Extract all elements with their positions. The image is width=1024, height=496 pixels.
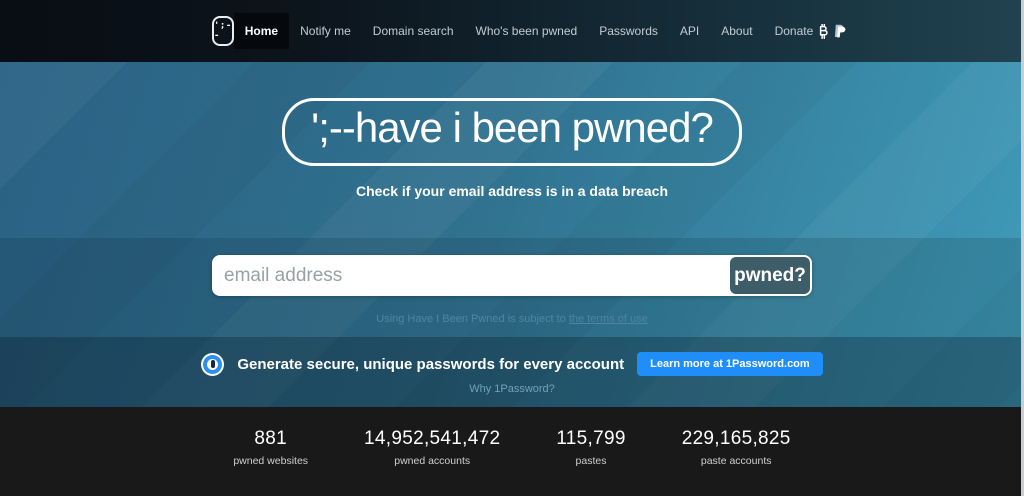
hibp-logo-icon[interactable]: ';--	[212, 16, 234, 46]
stat-value: 881	[254, 428, 287, 449]
bitcoin-icon	[820, 23, 828, 39]
hero-section: ';--have i been pwned? Check if your ema…	[0, 62, 1024, 238]
nav-item-notify-me[interactable]: Notify me	[289, 13, 362, 49]
nav-item-passwords[interactable]: Passwords	[588, 13, 669, 49]
page-title-box: ';--have i been pwned?	[282, 98, 742, 166]
pwned-button[interactable]: pwned?	[730, 257, 810, 294]
stat-label: pwned websites	[233, 455, 309, 467]
why-1password-link[interactable]: Why 1Password?	[0, 383, 1024, 395]
stat-value: 229,165,825	[681, 428, 791, 449]
paypal-icon	[835, 24, 846, 38]
top-navbar: ';-- Home Notify me Domain search Who's …	[0, 0, 1024, 62]
hero-gradient-background: ';--have i been pwned? Check if your ema…	[0, 62, 1024, 407]
promo-row: Generate secure, unique passwords for ev…	[0, 352, 1024, 376]
terms-text: Using Have I Been Pwned is subject to	[376, 313, 569, 325]
stat-pastes: 115,799 pastes	[556, 428, 625, 496]
nav-item-home[interactable]: Home	[233, 13, 290, 49]
logo-text: ';--	[214, 21, 232, 41]
stat-value: 115,799	[556, 428, 626, 449]
page-title: ';--have i been pwned?	[311, 104, 714, 151]
hero-subtitle: Check if your email address is in a data…	[355, 183, 668, 199]
promo-text: Generate secure, unique passwords for ev…	[237, 355, 625, 373]
nav-container: ';-- Home Notify me Domain search Who's …	[212, 0, 846, 62]
stats-section: 881 pwned websites 14,952,541,472 pwned …	[0, 407, 1024, 496]
donate-label: Donate	[774, 24, 814, 38]
terms-note: Using Have I Been Pwned is subject to th…	[0, 313, 1024, 325]
main-nav: Home Notify me Domain search Who's been …	[233, 13, 858, 49]
search-section: pwned? Using Have I Been Pwned is subjec…	[0, 238, 1024, 337]
1password-logo-icon	[201, 352, 225, 376]
stat-value: 14,952,541,472	[364, 428, 501, 449]
stat-pwned-accounts: 14,952,541,472 pwned accounts	[364, 428, 500, 496]
nav-item-about[interactable]: About	[710, 13, 763, 49]
stat-paste-accounts: 229,165,825 paste accounts	[682, 428, 791, 496]
onepassword-promo-section: Generate secure, unique passwords for ev…	[0, 337, 1024, 407]
stat-label: pwned accounts	[394, 455, 471, 467]
nav-item-api[interactable]: API	[669, 13, 710, 49]
nav-item-donate[interactable]: Donate	[764, 13, 858, 49]
nav-item-whos-been-pwned[interactable]: Who's been pwned	[465, 13, 589, 49]
email-input[interactable]	[214, 257, 729, 294]
email-search-group: pwned?	[212, 255, 812, 296]
learn-more-button[interactable]: Learn more at 1Password.com	[637, 352, 823, 376]
stat-pwned-websites: 881 pwned websites	[233, 428, 308, 496]
terms-of-use-link[interactable]: the terms of use	[569, 313, 648, 325]
stat-label: pastes	[575, 455, 607, 467]
nav-item-domain-search[interactable]: Domain search	[362, 13, 465, 49]
stat-label: paste accounts	[700, 455, 772, 467]
